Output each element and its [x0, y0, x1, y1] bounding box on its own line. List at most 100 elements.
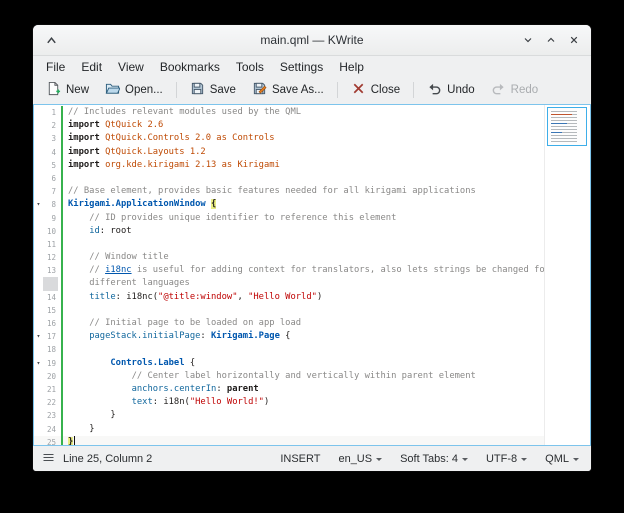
menu-view[interactable]: View: [110, 58, 152, 76]
line-number: 4: [43, 146, 58, 159]
toolbar-separator: [176, 82, 177, 98]
minimap-view-indicator[interactable]: [547, 107, 587, 146]
syntax-mode-select[interactable]: QML: [545, 453, 579, 465]
code-line[interactable]: 15: [34, 304, 545, 317]
code-line[interactable]: 20 // Center label horizontally and vert…: [34, 370, 545, 383]
new-button[interactable]: New: [38, 79, 97, 101]
code-text: // ID provides unique identifier to refe…: [68, 212, 396, 225]
editor-lines[interactable]: 1// Includes relevant modules used by th…: [34, 105, 545, 445]
fold-spacer: [34, 106, 43, 119]
code-line[interactable]: 22 text: i18n("Hello World!"): [34, 396, 545, 409]
menu-help[interactable]: Help: [331, 58, 372, 76]
code-line[interactable]: 25}: [34, 436, 545, 445]
fold-spacer: [34, 370, 43, 383]
minimap-scrollbar[interactable]: [544, 105, 590, 445]
dictionary-label: en_US: [338, 453, 372, 465]
code-text: }: [68, 423, 94, 436]
titlebar[interactable]: main.qml — KWrite: [33, 25, 591, 56]
code-line[interactable]: 24 }: [34, 423, 545, 436]
code-text: }: [68, 436, 75, 445]
code-text: different languages: [68, 277, 190, 290]
edit-redo-icon: [491, 81, 506, 99]
close-document-button[interactable]: Close: [343, 79, 408, 101]
minimize-icon[interactable]: [521, 33, 535, 47]
code-line[interactable]: ▾8Kirigami.ApplicationWindow {: [34, 198, 545, 211]
fold-marker-icon[interactable]: ▾: [34, 330, 43, 343]
saved-line-marker: [61, 132, 63, 145]
statusbar-menu-icon[interactable]: [43, 453, 54, 465]
fold-spacer: [34, 423, 43, 436]
code-line[interactable]: 1// Includes relevant modules used by th…: [34, 106, 545, 119]
menu-bookmarks[interactable]: Bookmarks: [152, 58, 228, 76]
line-number: 3: [43, 132, 58, 145]
code-line[interactable]: 5import org.kde.kirigami 2.13 as Kirigam…: [34, 159, 545, 172]
code-line[interactable]: ▾17 pageStack.initialPage: Kirigami.Page…: [34, 330, 545, 343]
indent-mode-select[interactable]: Soft Tabs: 4: [400, 453, 468, 465]
code-line[interactable]: different languages: [34, 277, 545, 290]
saved-line-marker: [61, 436, 63, 445]
line-number: 1: [43, 106, 58, 119]
menu-settings[interactable]: Settings: [272, 58, 331, 76]
saved-line-marker: [61, 330, 63, 343]
text-cursor: [74, 436, 75, 445]
menu-file[interactable]: File: [38, 58, 73, 76]
code-line[interactable]: 11: [34, 238, 545, 251]
menu-tools[interactable]: Tools: [228, 58, 272, 76]
saved-line-marker: [61, 198, 63, 211]
code-line[interactable]: 18: [34, 343, 545, 356]
close-window-icon[interactable]: [567, 33, 581, 47]
save-as-button[interactable]: Save As...: [244, 79, 332, 101]
code-text: import QtQuick.Controls 2.0 as Controls: [68, 132, 275, 145]
saved-line-marker: [61, 277, 63, 290]
code-line[interactable]: 2import QtQuick 2.6: [34, 119, 545, 132]
fold-spacer: [34, 172, 43, 185]
code-text: }: [68, 409, 116, 422]
toolbar-separator: [337, 82, 338, 98]
redo-button[interactable]: Redo: [483, 79, 547, 101]
code-line[interactable]: 10 id: root: [34, 225, 545, 238]
code-line[interactable]: 14 title: i18nc("@title:window", "Hello …: [34, 291, 545, 304]
code-text: anchors.centerIn: parent: [68, 383, 259, 396]
code-line[interactable]: 13 // i18nc is useful for adding context…: [34, 264, 545, 277]
code-line[interactable]: 4import QtQuick.Layouts 1.2: [34, 146, 545, 159]
code-line[interactable]: 6: [34, 172, 545, 185]
line-number: 5: [43, 159, 58, 172]
dictionary-select[interactable]: en_US: [338, 453, 382, 465]
fold-spacer: [34, 343, 43, 356]
code-line[interactable]: 23 }: [34, 409, 545, 422]
fold-marker-icon[interactable]: ▾: [34, 357, 43, 370]
undo-button[interactable]: Undo: [419, 79, 483, 101]
code-text: id: root: [68, 225, 132, 238]
fold-spacer: [34, 238, 43, 251]
code-line[interactable]: 3 import QtQuick.Controls 2.0 as Controls: [34, 132, 545, 145]
toolbar-separator: [413, 82, 414, 98]
fold-spacer: [34, 409, 43, 422]
cursor-position[interactable]: Line 25, Column 2: [63, 453, 152, 465]
encoding-select[interactable]: UTF-8: [486, 453, 527, 465]
line-number: 19: [43, 357, 58, 370]
code-text: // Base element, provides basic features…: [68, 185, 476, 198]
open-button[interactable]: Open...: [97, 79, 171, 101]
code-line[interactable]: 7// Base element, provides basic feature…: [34, 185, 545, 198]
menubar: File Edit View Bookmarks Tools Settings …: [33, 56, 591, 78]
save-button[interactable]: Save: [182, 79, 244, 101]
redo-button-label: Redo: [511, 84, 539, 96]
line-number: 12: [43, 251, 58, 264]
code-line[interactable]: 16 // Initial page to be loaded on app l…: [34, 317, 545, 330]
statusbar: Line 25, Column 2 INSERT en_US Soft Tabs…: [33, 446, 591, 471]
input-mode[interactable]: INSERT: [280, 453, 320, 465]
save-button-label: Save: [210, 84, 236, 96]
code-line[interactable]: 21 anchors.centerIn: parent: [34, 383, 545, 396]
line-number: 11: [43, 238, 58, 251]
maximize-icon[interactable]: [544, 33, 558, 47]
menu-edit[interactable]: Edit: [73, 58, 110, 76]
code-line[interactable]: 12 // Window title: [34, 251, 545, 264]
chevron-down-icon: [521, 458, 527, 464]
fold-spacer: [34, 132, 43, 145]
code-line[interactable]: 9 // ID provides unique identifier to re…: [34, 212, 545, 225]
fold-marker-icon[interactable]: ▾: [34, 198, 43, 211]
document-open-icon: [105, 81, 120, 99]
code-line[interactable]: ▾19 Controls.Label {: [34, 357, 545, 370]
text-editor[interactable]: 1// Includes relevant modules used by th…: [33, 104, 591, 446]
line-number: 23: [43, 409, 58, 422]
